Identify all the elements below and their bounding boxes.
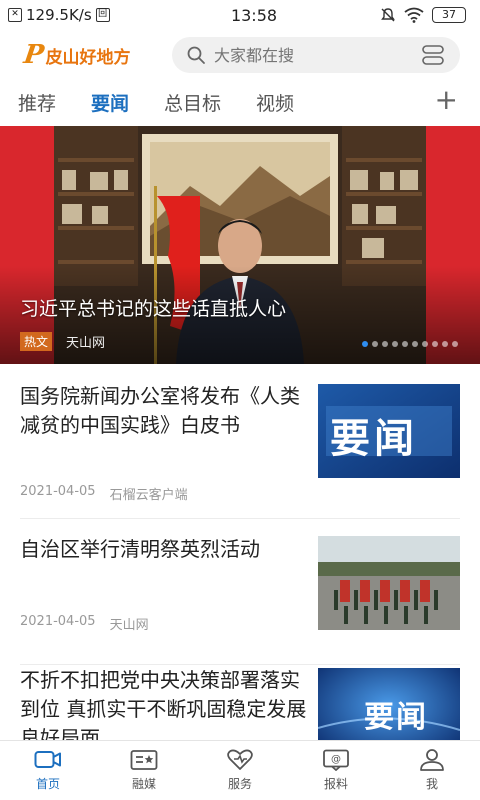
user-icon bbox=[420, 749, 444, 771]
banner-meta: 热文 天山网 bbox=[20, 332, 105, 351]
news-source: 石榴云客户端 bbox=[109, 488, 188, 503]
clock: 13:58 bbox=[230, 5, 278, 25]
media-icon bbox=[130, 750, 158, 770]
carousel-indicator bbox=[362, 341, 458, 347]
thumbnail-label: 要闻 bbox=[364, 700, 428, 735]
nav-label: 融媒 bbox=[131, 777, 156, 791]
video-icon bbox=[34, 751, 61, 768]
nav-media[interactable]: 融媒 bbox=[96, 741, 192, 800]
news-title[interactable]: 不折不扣把党中央决策部署落实到位 真抓实干不断巩固稳定发展良好局面 bbox=[20, 666, 310, 740]
search-input[interactable] bbox=[214, 45, 414, 65]
nav-service[interactable]: 服务 bbox=[192, 741, 288, 800]
add-channel-icon[interactable]: + bbox=[435, 86, 458, 114]
logo-text: 皮山好地方 bbox=[45, 47, 131, 68]
carousel-dot[interactable] bbox=[392, 341, 398, 347]
news-list-item[interactable]: 自治区举行清明祭英烈活动 2021-04-05 天山网 bbox=[0, 518, 480, 670]
news-thumbnail[interactable] bbox=[318, 536, 460, 630]
nav-label: 首页 bbox=[35, 777, 60, 791]
carousel-dot[interactable] bbox=[382, 341, 388, 347]
battery-icon: 37 bbox=[432, 7, 466, 23]
tab-news[interactable]: 要闻 bbox=[91, 89, 129, 116]
app-notification-icon: 回 bbox=[95, 8, 110, 22]
news-title[interactable]: 国务院新闻办公室将发布《人类减贫的中国实践》白皮书 bbox=[20, 382, 302, 440]
report-icon: @ bbox=[323, 749, 349, 771]
network-speed: 129.5K/s bbox=[26, 6, 92, 24]
news-date: 2021-04-05 bbox=[20, 484, 96, 499]
nav-report[interactable]: @ 报料 bbox=[288, 741, 384, 800]
banner-image bbox=[0, 126, 480, 364]
news-source: 天山网 bbox=[109, 618, 149, 633]
ceremony-photo bbox=[318, 536, 460, 630]
thumbnail-label: 要闻 bbox=[330, 416, 418, 462]
news-meta: 2021-04-05 石榴云客户端 bbox=[20, 484, 188, 503]
search-bar[interactable] bbox=[172, 37, 460, 73]
news-date: 2021-04-05 bbox=[20, 614, 96, 629]
nav-home[interactable]: 首页 bbox=[0, 741, 96, 800]
app-header: P 皮山好地方 bbox=[0, 32, 480, 78]
heart-icon bbox=[227, 749, 253, 770]
banner-source: 天山网 bbox=[66, 336, 106, 351]
tab-general-goal[interactable]: 总目标 bbox=[164, 89, 221, 116]
news-list-item[interactable]: 国务院新闻办公室将发布《人类减贫的中国实践》白皮书 2021-04-05 石榴云… bbox=[0, 364, 480, 518]
mute-icon bbox=[381, 8, 395, 22]
logo-mark-icon: P bbox=[21, 40, 46, 70]
hot-tag: 热文 bbox=[20, 332, 53, 351]
carousel-dot[interactable] bbox=[412, 341, 418, 347]
carousel-dot[interactable] bbox=[362, 341, 368, 347]
scan-icon[interactable] bbox=[422, 45, 444, 65]
nav-label: 服务 bbox=[227, 777, 252, 791]
notification-icon: ✕ bbox=[8, 8, 22, 22]
tab-recommend[interactable]: 推荐 bbox=[18, 89, 56, 116]
search-icon bbox=[187, 46, 205, 64]
carousel-dot[interactable] bbox=[372, 341, 378, 347]
carousel-dot[interactable] bbox=[452, 341, 458, 347]
tab-video[interactable]: 视频 bbox=[256, 89, 294, 116]
carousel-dot[interactable] bbox=[442, 341, 448, 347]
carousel-dot[interactable] bbox=[402, 341, 408, 347]
nav-label: 我 bbox=[425, 777, 438, 791]
carousel-dot[interactable] bbox=[422, 341, 428, 347]
banner-carousel[interactable]: 习近平总书记的这些话直抵人心 热文 天山网 bbox=[0, 126, 480, 364]
news-title[interactable]: 自治区举行清明祭英烈活动 bbox=[20, 535, 302, 564]
nav-label: 报料 bbox=[323, 777, 348, 791]
news-thumbnail[interactable]: 要闻 bbox=[318, 668, 460, 740]
news-list-item[interactable]: 不折不扣把党中央决策部署落实到位 真抓实干不断巩固稳定发展良好局面 要闻 bbox=[0, 664, 480, 740]
carousel-dot[interactable] bbox=[432, 341, 438, 347]
bottom-nav: 首页 融媒 服务 @ 报料 我 bbox=[0, 740, 480, 800]
svg-text:@: @ bbox=[331, 754, 341, 765]
news-thumbnail[interactable]: 要闻 bbox=[318, 384, 460, 478]
wifi-icon bbox=[404, 7, 424, 23]
nav-me[interactable]: 我 bbox=[384, 741, 480, 800]
channel-tabs: 推荐 要闻 总目标 视频 + bbox=[0, 82, 480, 122]
news-meta: 2021-04-05 天山网 bbox=[20, 614, 149, 633]
app-logo[interactable]: P 皮山好地方 bbox=[21, 40, 164, 70]
banner-title[interactable]: 习近平总书记的这些话直抵人心 bbox=[20, 294, 286, 321]
status-bar: ✕ 129.5K/s 回 13:58 37 bbox=[0, 0, 480, 30]
